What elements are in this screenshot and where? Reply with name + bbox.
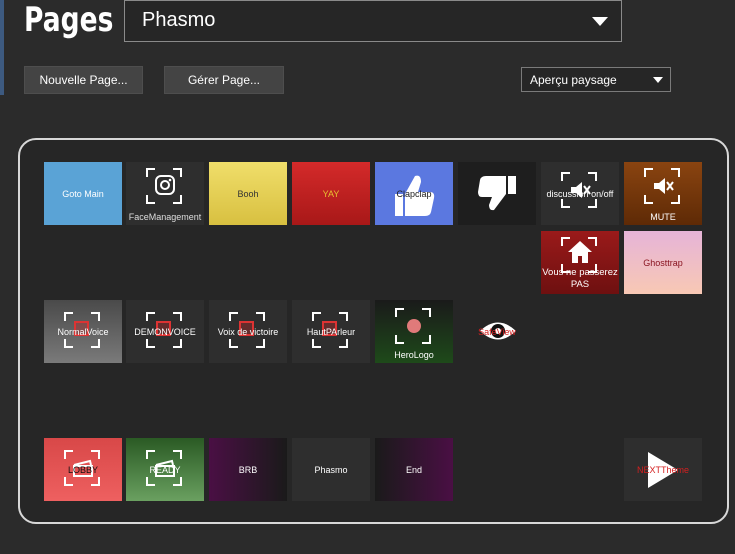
record-dot-icon [407, 319, 421, 333]
key-label: Clapclap [396, 189, 432, 199]
page-selector-value: Phasmo [142, 9, 216, 31]
key-end[interactable]: End [375, 438, 453, 501]
key-label: End [405, 465, 422, 475]
key-haut-parleur[interactable]: HautPArleur [292, 300, 370, 363]
layout-selector[interactable]: Aperçu paysage [521, 67, 671, 92]
key-label: MUTE [650, 212, 676, 222]
house-icon [568, 241, 592, 263]
key-yay[interactable]: YAY [292, 162, 370, 225]
key-label: Booh [237, 189, 259, 199]
key-phasmo[interactable]: Phasmo [292, 438, 370, 501]
thumbs-down-icon [478, 176, 516, 211]
chevron-down-icon [653, 77, 663, 83]
key-demon-voice[interactable]: DEMONVOICE [126, 300, 204, 363]
key-label: DEMONVOICE [134, 327, 196, 337]
key-label: NormalVoice [57, 327, 109, 337]
key-label: LOBBY [67, 465, 98, 475]
stream-deck-panel [18, 138, 729, 524]
key-label: FaceManagement [128, 212, 202, 222]
key-normal-voice[interactable]: NormalVoice [44, 300, 122, 363]
key-label: Voix de victoire [217, 327, 279, 337]
speaker-mute-icon [654, 178, 674, 194]
page-selector[interactable]: Phasmo [124, 0, 622, 42]
key-safe-view[interactable]: SafeView [458, 300, 536, 363]
key-label: HeroLogo [394, 350, 434, 360]
key-goto-main[interactable]: Goto Main [44, 162, 122, 225]
key-label: Goto Main [62, 189, 104, 199]
key-ghosttrap[interactable]: Ghosttrap [624, 231, 702, 294]
window-edge [0, 0, 4, 95]
instagram-icon [155, 175, 175, 195]
key-hero-logo[interactable]: HeroLogo [375, 300, 453, 363]
key-vous-ne-passerez[interactable]: Vous ne passerez PAS [541, 231, 619, 294]
key-brb[interactable]: BRB [209, 438, 287, 501]
key-booh[interactable]: Booh [209, 162, 287, 225]
new-page-button[interactable]: Nouvelle Page... [24, 66, 143, 94]
key-label: BRB [238, 465, 258, 475]
key-face-management[interactable]: FaceManagement [126, 162, 204, 225]
chevron-down-icon [592, 17, 608, 26]
key-clapclap[interactable]: Clapclap [375, 162, 453, 225]
key-ready[interactable]: READY [126, 438, 204, 501]
page-title: Pages [24, 0, 114, 40]
key-label: SafeView [478, 327, 516, 337]
key-next-theme[interactable]: NEXTTheme [624, 438, 702, 501]
manage-page-button[interactable]: Gérer Page... [164, 66, 284, 94]
key-label: YAY [322, 189, 340, 199]
key-discussion[interactable]: discussion on/off [541, 162, 619, 225]
key-label: READY [149, 465, 181, 475]
key-label: Vous ne passerez PAS [542, 267, 618, 290]
key-label: Phasmo [314, 465, 348, 475]
key-label: NEXTTheme [636, 465, 689, 475]
key-label: HautPArleur [306, 327, 356, 337]
layout-selector-value: Aperçu paysage [530, 73, 617, 87]
key-dislike[interactable] [458, 162, 536, 225]
key-mute[interactable]: MUTE [624, 162, 702, 225]
key-label: discussion on/off [546, 189, 614, 199]
key-label: Ghosttrap [643, 258, 683, 268]
key-lobby[interactable]: LOBBY [44, 438, 122, 501]
key-voix-victoire[interactable]: Voix de victoire [209, 300, 287, 363]
